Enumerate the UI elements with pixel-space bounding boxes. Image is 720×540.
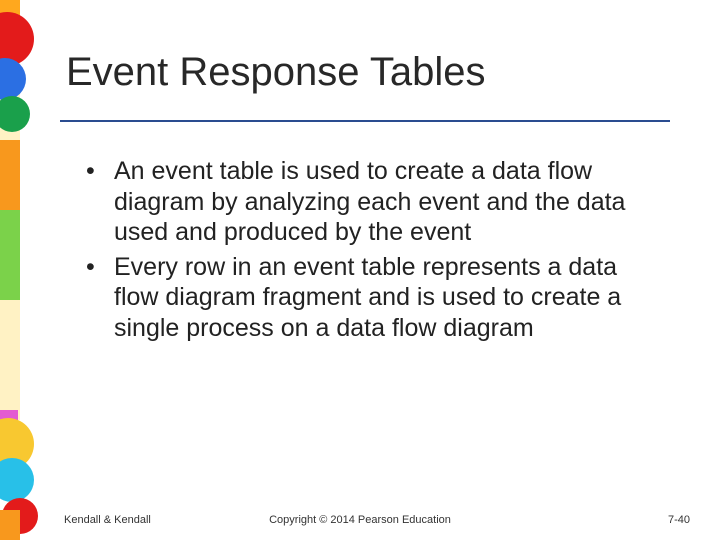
decorative-side-strip: [0, 0, 28, 540]
slide: Event Response Tables An event table is …: [0, 0, 720, 540]
footer-copyright: Copyright © 2014 Pearson Education: [269, 514, 451, 526]
slide-title: Event Response Tables: [66, 49, 486, 95]
bullet-list: An event table is used to create a data …: [86, 156, 656, 343]
slide-body: An event table is used to create a data …: [86, 156, 656, 347]
bullet-item: Every row in an event table represents a…: [86, 252, 656, 344]
footer-page-number: 7-40: [668, 514, 690, 526]
footer-author: Kendall & Kendall: [64, 514, 151, 526]
bullet-item: An event table is used to create a data …: [86, 156, 656, 248]
title-underline: [60, 120, 670, 122]
